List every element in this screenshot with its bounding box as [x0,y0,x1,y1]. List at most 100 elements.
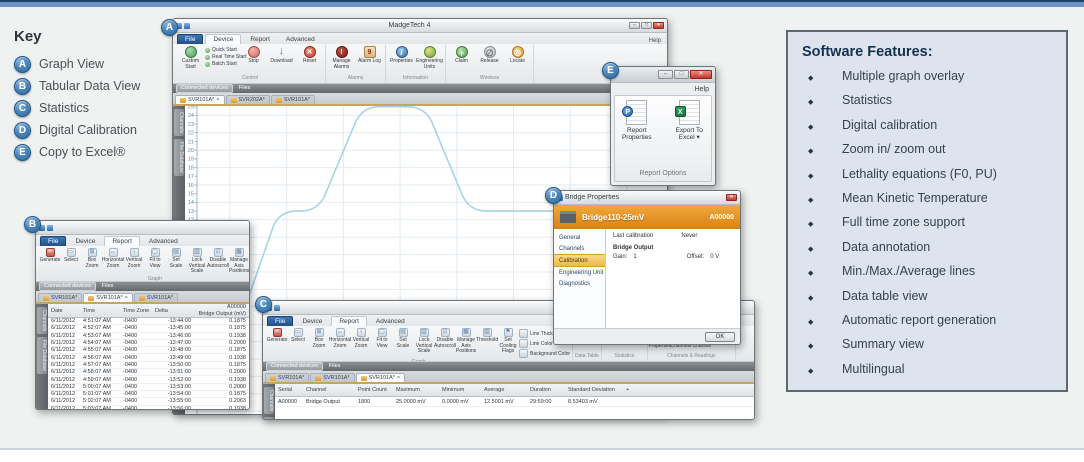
ribbon-button-horizontal-zoom[interactable]: ↔Horizontal Zoom [103,247,123,269]
stats-header-cell[interactable]: Serial [275,387,303,393]
doc-tab-svr101a[interactable]: SVR101A* [310,373,354,382]
panel-tab-files[interactable]: Files [98,283,118,290]
doc-tab-svr101a[interactable]: SVR101A* [271,95,315,104]
minimize-button[interactable]: – [629,22,640,29]
ok-button[interactable]: OK [705,332,735,342]
app-tab-report[interactable]: Report [104,236,140,246]
ribbon-button-select[interactable]: ▭Select [288,327,308,344]
ribbon-button-download[interactable]: ↓Download [268,45,295,65]
app-tab-device[interactable]: Device [205,34,241,44]
ribbon-button-batch-start[interactable]: Batch Start [205,61,239,67]
ribbon-button-box-zoom[interactable]: ⊞Box Zoom [82,247,102,269]
table-row[interactable]: 6/11/20124:57:07 AM-0400-13:50:000.1875 [48,362,249,369]
table-row[interactable]: 6/11/20124:55:07 AM-0400-13:48:000.1875 [48,347,249,354]
ribbon-button-disable-autoscroll[interactable]: ∅Disable Autoscroll [208,247,228,269]
dialog-sidebar-item-general[interactable]: General [554,232,605,243]
app-tab-advanced[interactable]: Advanced [279,35,322,44]
ribbon-button-claim[interactable]: +Claim [448,45,475,65]
maximize-button[interactable]: □ [641,22,652,29]
title-bar[interactable]: – □ ✕ [611,67,715,83]
ribbon-button-custom-start[interactable]: Custom Start [177,45,204,70]
data-table[interactable]: DateTimeTime ZoneDeltaA00000Bridge Outpu… [48,304,249,409]
ribbon-button-horizontal-zoom[interactable]: ↔Horizontal Zoom [330,327,350,349]
close-button[interactable]: ✕ [653,22,664,29]
dialog-sidebar-item-diagnostics[interactable]: Diagnostics [554,278,605,289]
app-tab-device[interactable]: Device [295,317,329,326]
doc-tab-close-icon[interactable]: × [216,98,219,103]
app-tab-file[interactable]: File [267,316,293,326]
panel-tab-connected-devices[interactable]: Connected devices [266,362,323,371]
ribbon-button-generate[interactable]: ≈Generate [267,327,287,344]
report-properties-button[interactable]: PReport Properties [615,100,659,167]
table-row[interactable]: 6/11/20124:58:07 AM-0400-13:51:000.2000 [48,369,249,376]
statistics-table[interactable]: SerialChannelPoint CountMaximumMinimumAv… [275,384,754,419]
stats-header-cell[interactable]: Standard Deviation [565,387,623,393]
app-tab-file[interactable]: File [40,236,66,246]
ribbon-button-quick-start[interactable]: Quick Start [205,47,239,53]
ribbon-button-vertical-zoom[interactable]: ↕Vertical Zoom [124,247,144,269]
save-icon[interactable] [47,225,53,231]
app-tab-advanced[interactable]: Advanced [369,317,412,326]
dialog-sidebar-item-engineering-unit[interactable]: Engineering Unit [554,267,605,278]
ribbon-button-properties[interactable]: iProperties [388,45,415,65]
side-tab-file-database[interactable]: File Database [174,139,184,176]
doc-tab-svr101a[interactable]: SVR101A*× [83,293,133,302]
table-header-cell[interactable]: A00000Bridge Output (mV) [194,304,249,316]
table-row[interactable]: 6/11/20125:00:07 AM-0400-13:53:000.2000 [48,384,249,391]
ribbon-button-vertical-zoom[interactable]: ↕Vertical Zoom [351,327,371,349]
ribbon-button-reset[interactable]: ✕Reset [296,45,323,65]
ribbon-button-box-zoom[interactable]: ⊞Box Zoom [309,327,329,349]
maximize-button[interactable]: □ [674,70,689,79]
title-bar[interactable]: Bridge Properties ✕ [554,191,740,205]
ribbon-button-stop[interactable]: Stop [240,45,267,65]
ribbon-button-threshold[interactable]: ▧Threshold [477,327,497,344]
table-row[interactable]: 6/11/20124:51:07 AM-0400-13:44:000.1875 [48,318,249,325]
doc-tab-svr101a[interactable]: SVR101A* [38,293,82,302]
help-label[interactable]: Help [695,86,709,93]
app-tab-file[interactable]: File [177,34,203,44]
app-tab-device[interactable]: Device [68,237,102,246]
stats-header-cell[interactable]: Point Count [355,387,393,393]
doc-tab-svr101a[interactable]: SVR101A*× [356,373,406,382]
table-header-cell[interactable]: Delta [152,308,194,314]
stats-header-cell[interactable]: Minimum [439,387,481,393]
doc-tab-close-icon[interactable]: × [125,296,128,301]
dialog-sidebar-item-channels[interactable]: Channels [554,243,605,254]
ribbon-button-set-scale[interactable]: ▤Set Scale [166,247,186,269]
panel-tab-connected-devices[interactable]: Connected devices [39,282,96,291]
doc-tab-close-icon[interactable]: × [397,376,400,381]
save-icon[interactable] [184,23,190,29]
close-button[interactable]: ✕ [726,194,737,201]
ribbon-button-real-time-start[interactable]: Real Time Start [205,54,239,60]
title-bar[interactable]: MadgeTech 4 – □ ✕ [173,19,667,33]
ribbon-button-background-color[interactable]: Background Color [519,349,570,358]
ribbon-button-select[interactable]: ▭Select [61,247,81,264]
save-icon[interactable] [274,305,280,311]
table-header-cell[interactable]: Time Zone [120,308,152,314]
stats-header-cell[interactable]: Duration [527,387,565,393]
ribbon-button-generate[interactable]: ≈Generate [40,247,60,264]
app-tab-report[interactable]: Report [243,35,277,44]
ribbon-button-manage-axis-positions[interactable]: ▦Manage Axis Positions [229,247,249,275]
gain-value[interactable]: 1 [633,254,636,260]
side-tab-channels[interactable]: Channels [264,387,274,414]
ribbon-button-set-scale[interactable]: ▤Set Scale [393,327,413,349]
table-header-cell[interactable]: Time [80,308,120,314]
dialog-sidebar-item-calibration[interactable]: Calibration [554,254,605,267]
offset-value[interactable]: 0 V [710,254,719,260]
stats-header-cell[interactable]: Maximum [393,387,439,393]
table-row[interactable]: 6/11/20125:03:07 AM-0400-13:56:000.1938 [48,406,249,409]
ribbon-button-set-cooling-flags[interactable]: ⚑Set Cooling Flags [498,327,518,355]
panel-tab-connected-devices[interactable]: Connected devices [176,84,233,93]
table-row[interactable]: 6/11/20124:52:07 AM-0400-13:45:000.1875 [48,325,249,332]
panel-tab-files[interactable]: Files [235,85,255,92]
app-tab-report[interactable]: Report [331,316,367,326]
stats-header-cell[interactable]: Channel [303,387,355,393]
ribbon-button-manage-axis-positions[interactable]: ▦Manage Axis Positions [456,327,476,355]
minimize-button[interactable]: – [658,70,673,79]
side-tab-channels[interactable]: Channels [37,307,47,334]
title-bar[interactable] [36,221,249,235]
table-row[interactable]: 6/11/20125:02:07 AM-0400-13:55:000.2063 [48,398,249,405]
ribbon-button-release[interactable]: ∅Release [476,45,503,65]
ribbon-button-lock-vertical-scale[interactable]: ▥Lock Vertical Scale [187,247,207,275]
